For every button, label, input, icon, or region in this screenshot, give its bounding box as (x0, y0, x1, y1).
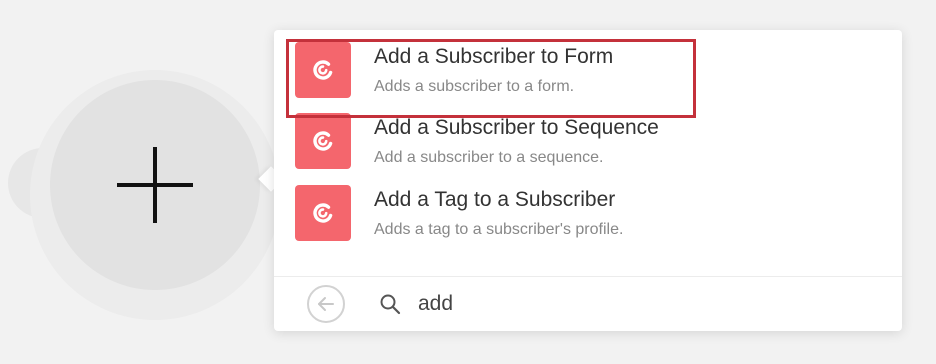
convertkit-icon (295, 42, 351, 98)
menu-item-description: Adds a subscriber to a form. (374, 78, 575, 95)
plus-icon (117, 147, 193, 223)
menu-item-description: Adds a tag to a subscriber's profile. (374, 221, 624, 238)
menu-item-text: Add a Tag to a Subscriber Adds a tag to … (374, 185, 623, 241)
menu-item-add-subscriber-to-form[interactable]: Add a Subscriber to Form Adds a subscrib… (286, 42, 696, 112)
convertkit-icon (295, 185, 351, 241)
menu-item-title: Add a Subscriber to Sequence (374, 116, 659, 139)
menu-item-title: Add a Tag to a Subscriber (374, 188, 616, 211)
menu-item-add-subscriber-to-sequence[interactable]: Add a Subscriber to Sequence Add a subsc… (286, 113, 696, 183)
search-input[interactable] (418, 287, 858, 321)
menu-item-text: Add a Subscriber to Form Adds a subscrib… (374, 42, 613, 98)
menu-item-title: Add a Subscriber to Form (374, 45, 614, 68)
module-picker-dropdown: Add a Subscriber to Form Adds a subscrib… (274, 30, 902, 331)
search-icon (378, 292, 402, 316)
convertkit-icon (295, 113, 351, 169)
back-button[interactable] (307, 285, 345, 323)
menu-item-add-tag-to-subscriber[interactable]: Add a Tag to a Subscriber Adds a tag to … (286, 185, 696, 255)
arrow-left-icon (318, 297, 334, 311)
menu-item-description: Add a subscriber to a sequence. (374, 149, 604, 166)
add-module-button[interactable] (50, 80, 260, 290)
scenario-canvas: Add a Subscriber to Form Adds a subscrib… (0, 0, 936, 364)
menu-item-text: Add a Subscriber to Sequence Add a subsc… (374, 113, 659, 169)
search-bar (274, 277, 902, 331)
